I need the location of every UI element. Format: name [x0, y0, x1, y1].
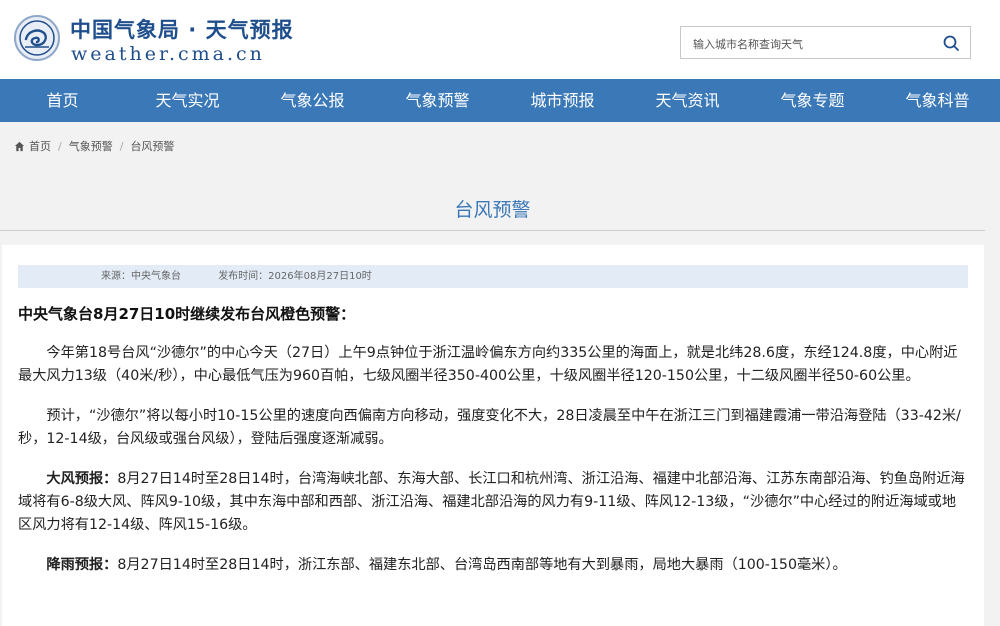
article-body: 中央气象台8月27日10时继续发布台风橙色预警： 今年第18号台风“沙德尔”的中…: [18, 304, 968, 577]
search-icon[interactable]: [942, 34, 960, 52]
wind-forecast-text: 8月27日14时至28日14时，台湾海峡北部、东海大部、长江口和杭州湾、浙江沿海…: [18, 471, 965, 533]
wind-forecast-label: 大风预报：: [46, 471, 118, 487]
rain-forecast-label: 降雨预报：: [46, 557, 118, 573]
article-headline: 中央气象台8月27日10时继续发布台风橙色预警：: [18, 305, 356, 323]
article-paragraph: 预计，“沙德尔”将以每小时10-15公里的速度向西偏南方向移动，强度变化不大，2…: [18, 408, 961, 447]
nav-item-live-weather[interactable]: 天气实况: [125, 79, 250, 122]
breadcrumb-separator: /: [58, 139, 62, 153]
rain-forecast-text: 8月27日14时至28日14时，浙江东部、福建东北部、台湾岛西南部等地有大到暴雨…: [117, 557, 847, 573]
breadcrumb-home[interactable]: 首页: [29, 138, 51, 154]
cma-logo-icon[interactable]: [14, 15, 60, 61]
nav-item-news[interactable]: 天气资讯: [625, 79, 750, 122]
nav-item-science[interactable]: 气象科普: [875, 79, 1000, 122]
nav-item-warnings[interactable]: 气象预警: [375, 79, 500, 122]
site-url[interactable]: weather.cma.cn: [71, 43, 265, 65]
article-panel: 来源：中央气象台 发布时间：2026年08月27日10时 中央气象台8月27日1…: [2, 245, 984, 626]
article-paragraph: 今年第18号台风“沙德尔”的中心今天（27日）上午9点钟位于浙江温岭偏东方向约3…: [18, 345, 958, 384]
site-title[interactable]: 中国气象局 · 天气预报: [70, 14, 294, 44]
article-paragraph-wind: 大风预报：8月27日14时至28日14时，台湾海峡北部、东海大部、长江口和杭州湾…: [18, 468, 968, 537]
home-icon: [14, 141, 25, 151]
nav-item-bulletin[interactable]: 气象公报: [250, 79, 375, 122]
article-meta: 来源：中央气象台 发布时间：2026年08月27日10时: [18, 265, 968, 288]
article-time: 发布时间：2026年08月27日10时: [218, 271, 372, 282]
site-header: 中国气象局 · 天气预报 weather.cma.cn: [0, 0, 1000, 79]
main-nav: 首页 天气实况 气象公报 气象预警 城市预报 天气资讯 气象专题 气象科普: [0, 79, 1000, 122]
nav-item-home[interactable]: 首页: [0, 79, 125, 122]
search-box: [680, 26, 971, 59]
breadcrumb-separator: /: [119, 139, 124, 153]
breadcrumb-warnings[interactable]: 气象预警: [69, 138, 113, 154]
title-divider: [0, 230, 985, 231]
page-title: 台风预警: [454, 199, 531, 221]
page-title-bar: 台风预警: [0, 165, 1000, 231]
article-paragraph-rain: 降雨预报：8月27日14时至28日14时，浙江东部、福建东北部、台湾岛西南部等地…: [18, 554, 968, 577]
nav-item-topics[interactable]: 气象专题: [750, 79, 875, 122]
nav-item-city-forecast[interactable]: 城市预报: [500, 79, 625, 122]
breadcrumb: 首页 / 气象预警 / 台风预警: [14, 138, 174, 154]
breadcrumb-typhoon[interactable]: 台风预警: [130, 138, 174, 154]
search-input[interactable]: [691, 34, 935, 54]
article-source: 来源：中央气象台: [101, 271, 181, 282]
